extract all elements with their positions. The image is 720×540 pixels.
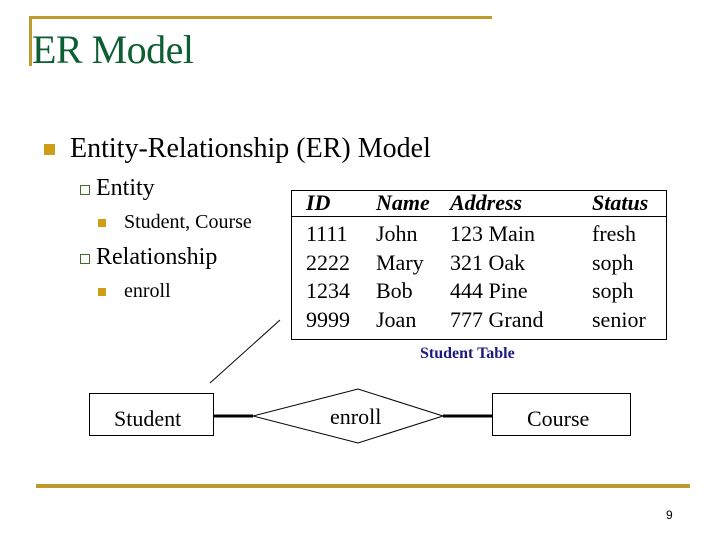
er-diagram [89, 319, 631, 444]
table-pointer-line [209, 319, 281, 384]
entity-label-student: Student [114, 406, 182, 431]
footer-rule [36, 484, 690, 488]
relationship-label-enroll: enroll [330, 404, 382, 429]
entity-label-course: Course [527, 406, 590, 431]
page-number: 9 [666, 508, 673, 522]
